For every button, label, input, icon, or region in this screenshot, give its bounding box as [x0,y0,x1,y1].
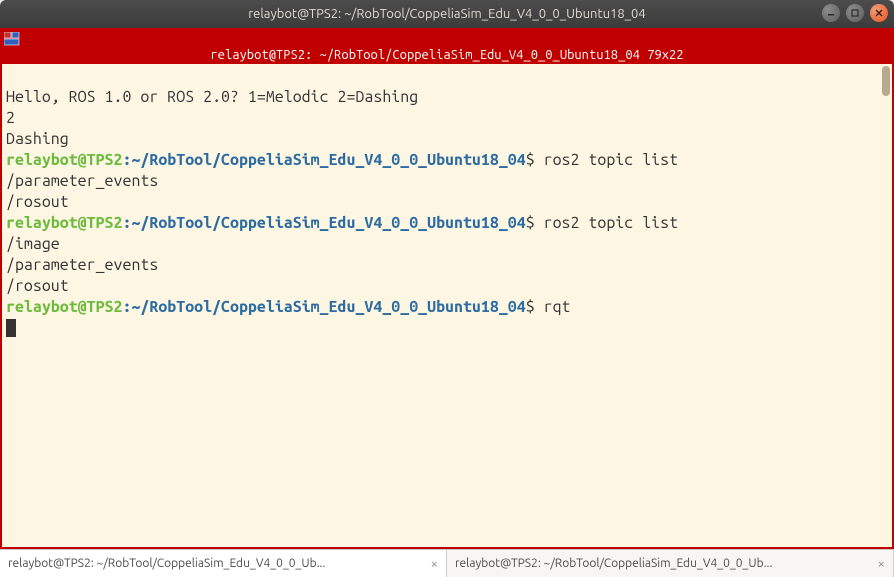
bottom-tab-bar: relaybot@TPS2: ~/RobTool/CoppeliaSim_Edu… [0,549,894,577]
command-text: rqt [535,298,571,316]
terminator-icon-row [2,30,892,47]
output-line: /parameter_events [6,256,158,274]
command-text: ros2 topic list [535,214,678,232]
output-line: /parameter_events [6,172,158,190]
cursor [6,319,16,337]
tab-terminal-2[interactable]: relaybot@TPS2: ~/RobTool/CoppeliaSim_Edu… [447,550,894,577]
prompt-dollar: $ [526,214,535,232]
terminator-icon[interactable] [4,32,20,46]
prompt-dollar: $ [526,151,535,169]
output-line: /rosout [6,193,69,211]
terminal-frame: relaybot@TPS2: ~/RobTool/CoppeliaSim_Edu… [0,28,894,549]
prompt-user: relaybot@TPS2 [6,151,122,169]
window-titlebar: relaybot@TPS2: ~/RobTool/CoppeliaSim_Edu… [0,0,894,28]
prompt-path: ~/RobTool/CoppeliaSim_Edu_V4_0_0_Ubuntu1… [131,151,525,169]
output-line: 2 [6,109,15,127]
prompt-user: relaybot@TPS2 [6,298,122,316]
output-line: /image [6,235,60,253]
prompt-path: ~/RobTool/CoppeliaSim_Edu_V4_0_0_Ubuntu1… [131,298,525,316]
minimize-button[interactable] [822,4,840,22]
window-controls [822,4,888,22]
tab-label: relaybot@TPS2: ~/RobTool/CoppeliaSim_Edu… [8,557,325,570]
window-title: relaybot@TPS2: ~/RobTool/CoppeliaSim_Edu… [248,7,645,21]
terminal-area[interactable]: Hello, ROS 1.0 or ROS 2.0? 1=Melodic 2=D… [2,64,892,547]
prompt-dollar: $ [526,298,535,316]
output-line: /rosout [6,277,69,295]
command-text: ros2 topic list [535,151,678,169]
prompt-path: ~/RobTool/CoppeliaSim_Edu_V4_0_0_Ubuntu1… [131,214,525,232]
tab-close-icon[interactable]: × [425,557,438,571]
output-line: Dashing [6,130,69,148]
tab-terminal-1[interactable]: relaybot@TPS2: ~/RobTool/CoppeliaSim_Edu… [0,550,447,577]
output-line: Hello, ROS 1.0 or ROS 2.0? 1=Melodic 2=D… [6,88,418,106]
tab-label: relaybot@TPS2: ~/RobTool/CoppeliaSim_Edu… [455,557,772,570]
terminal-tab-title[interactable]: relaybot@TPS2: ~/RobTool/CoppeliaSim_Edu… [2,47,892,64]
prompt-user: relaybot@TPS2 [6,214,122,232]
tab-close-icon[interactable]: × [872,557,885,571]
maximize-button[interactable] [846,4,864,22]
scrollbar-thumb[interactable] [882,66,890,96]
close-button[interactable] [870,4,888,22]
